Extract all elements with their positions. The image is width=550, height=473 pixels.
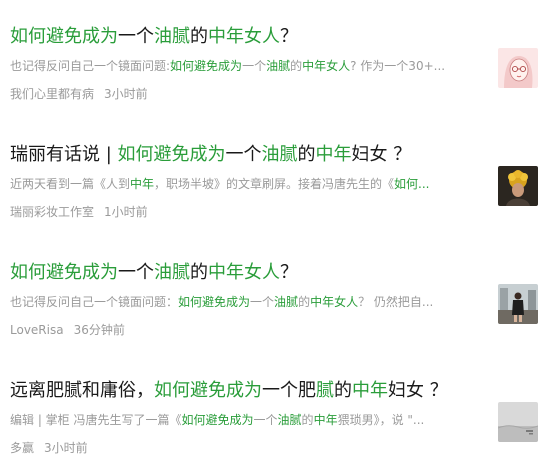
title-segment: 中年 — [352, 380, 388, 401]
title-segment: ？ — [280, 26, 298, 47]
article-meta: 瑞丽彩妆工作室 1小时前 — [10, 204, 148, 220]
publish-time: 1小时前 — [104, 205, 148, 219]
summary-segment: ? 作为一个30+... — [350, 59, 446, 73]
article-meta: 多赢 3小时前 — [10, 440, 88, 456]
article-item[interactable]: 如何避免成为一个油腻的中年女人？ 也记得反问自己一个镜面问题：如何避免成为一个油… — [0, 236, 550, 354]
summary-segment: 一个 — [250, 295, 275, 309]
summary-segment: ，职场半坡》的文章刷屏。接着冯唐先生的《 — [154, 177, 395, 191]
title-segment: 油腻 — [261, 144, 298, 165]
summary-segment: 的 — [290, 59, 303, 73]
summary-segment: 油腻 — [266, 59, 291, 73]
summary-segment: 中年 — [313, 413, 338, 427]
article-summary: 近两天看到一篇《人到中年，职场半坡》的文章刷屏。接着冯唐先生的《如何... — [10, 176, 486, 192]
summary-segment: 的 — [298, 295, 311, 309]
summary-segment: 油腻 — [274, 295, 299, 309]
source-name: 瑞丽彩妆工作室 — [10, 205, 95, 219]
summary-segment: 中年女人 — [310, 295, 359, 309]
title-segment: 油腻 — [154, 26, 190, 47]
title-segment: 中年女人 — [208, 262, 280, 283]
title-segment: 一个 — [225, 144, 262, 165]
title-segment: 如何避免成为 — [10, 26, 118, 47]
publish-time: 36分钟前 — [73, 323, 125, 337]
article-item[interactable]: 远离肥腻和庸俗，如何避免成为一个肥腻的中年妇女 ？ 编辑 | 掌柜 冯唐先生写了… — [0, 354, 550, 472]
title-segment: 如何避免成为 — [10, 262, 118, 283]
title-segment: 妇女 ？ — [388, 380, 448, 401]
title-segment: 的 — [297, 144, 316, 165]
summary-segment: 猥琐男》，说 "... — [337, 413, 425, 427]
source-name: 多赢 — [10, 441, 35, 455]
illustrated-woman-portrait-thumbnail[interactable] — [498, 48, 538, 88]
title-segment: 一个肥 — [262, 380, 316, 401]
summary-segment: 中年 — [130, 177, 155, 191]
summary-segment: 也记得反问自己一个镜面问题: — [10, 59, 171, 73]
source-name: LoveRisa — [10, 323, 64, 337]
summary-segment: 编辑 | 掌柜 冯唐先生写了一篇《 — [10, 413, 182, 427]
title-segment: 妇女 ？ — [351, 144, 412, 165]
summary-segment: 如何避免成为 — [178, 295, 251, 309]
publish-time: 3小时前 — [44, 441, 88, 455]
flower-woman-photo-thumbnail[interactable] — [498, 166, 538, 206]
title-segment: 中年 — [315, 144, 352, 165]
summary-segment: 的 — [301, 413, 314, 427]
title-segment: 远离肥腻和庸俗， — [10, 380, 154, 401]
article-title[interactable]: 瑞丽有话说 | 如何避免成为一个油腻的中年妇女 ？ — [10, 142, 480, 168]
summary-segment: 也记得反问自己一个镜面问题： — [10, 295, 179, 309]
article-summary: 编辑 | 掌柜 冯唐先生写了一篇《如何避免成为一个油腻的中年猥琐男》，说 "..… — [10, 412, 486, 428]
summary-segment: 如何避免成为 — [170, 59, 243, 73]
search-result-list: 如何避免成为一个油腻的中年女人？ 也记得反问自己一个镜面问题:如何避免成为一个油… — [0, 0, 550, 473]
article-meta: 我们心里都有病 3小时前 — [10, 86, 148, 102]
summary-segment: 一个 — [242, 59, 267, 73]
article-title[interactable]: 如何避免成为一个油腻的中年女人？ — [10, 24, 480, 50]
summary-segment: ？ 仍然把自... — [358, 295, 434, 309]
title-segment: ？ — [280, 262, 298, 283]
grey-landscape-thumbnail[interactable] — [498, 402, 538, 442]
title-segment: 如何避免成为 — [117, 144, 226, 165]
article-title[interactable]: 如何避免成为一个油腻的中年女人？ — [10, 260, 480, 286]
title-segment: 一个 — [118, 262, 154, 283]
summary-segment: 油腻 — [277, 413, 302, 427]
street-woman-photo-thumbnail[interactable] — [498, 284, 538, 324]
article-meta: LoveRisa 36分钟前 — [10, 322, 125, 338]
article-item[interactable]: 瑞丽有话说 | 如何避免成为一个油腻的中年妇女 ？ 近两天看到一篇《人到中年，职… — [0, 118, 550, 236]
summary-segment: 如何... — [394, 177, 430, 191]
title-segment: 的 — [190, 262, 208, 283]
title-segment: 一个 — [118, 26, 154, 47]
summary-segment: 如何避免成为 — [181, 413, 254, 427]
title-segment: 油腻 — [154, 262, 190, 283]
title-segment: 的 — [190, 26, 208, 47]
article-summary: 也记得反问自己一个镜面问题:如何避免成为一个油腻的中年女人? 作为一个30+..… — [10, 58, 486, 74]
title-segment: 腻 — [316, 380, 334, 401]
summary-segment: 中年女人 — [302, 59, 351, 73]
article-title[interactable]: 远离肥腻和庸俗，如何避免成为一个肥腻的中年妇女 ？ — [10, 378, 480, 404]
article-summary: 也记得反问自己一个镜面问题：如何避免成为一个油腻的中年女人？ 仍然把自... — [10, 294, 486, 310]
summary-segment: 一个 — [253, 413, 278, 427]
publish-time: 3小时前 — [104, 87, 148, 101]
summary-segment: 近两天看到一篇《人到 — [10, 177, 131, 191]
title-segment: 中年女人 — [208, 26, 280, 47]
title-segment: 的 — [334, 380, 352, 401]
title-segment: 瑞丽有话说 | — [10, 144, 118, 165]
title-segment: 如何避免成为 — [154, 380, 262, 401]
article-item[interactable]: 如何避免成为一个油腻的中年女人？ 也记得反问自己一个镜面问题:如何避免成为一个油… — [0, 0, 550, 118]
source-name: 我们心里都有病 — [10, 87, 95, 101]
